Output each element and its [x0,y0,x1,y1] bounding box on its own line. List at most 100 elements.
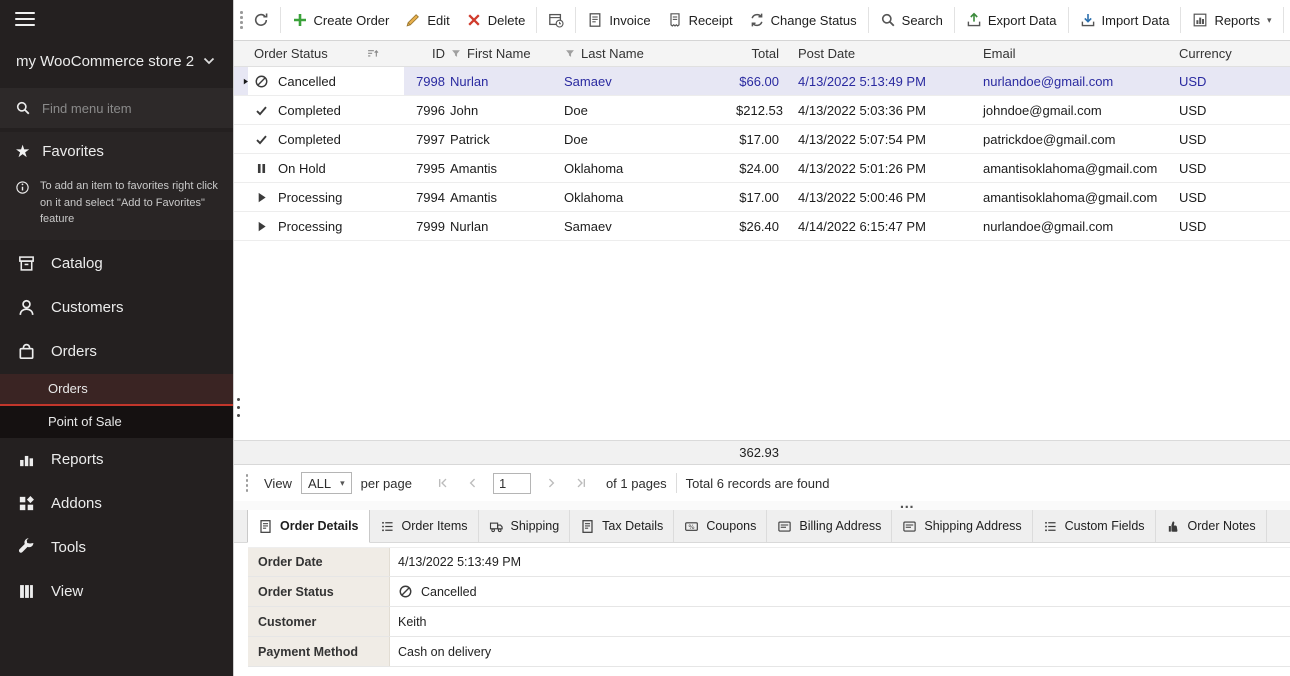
view-dropdown-button[interactable]: View▾ [1287,5,1290,35]
toolbar-separator [1283,7,1284,33]
sidebar-item-reports[interactable]: Reports [0,438,233,482]
column-header-email[interactable]: Email [979,46,1171,61]
table-row[interactable]: Completed 7997 Patrick Doe $17.00 4/13/2… [234,125,1290,154]
edit-button[interactable]: Edit [397,5,457,35]
change-status-button[interactable]: Change Status [741,5,865,35]
sidebar-subitem-point-of-sale[interactable]: Point of Sale [0,406,233,438]
next-page-button[interactable] [541,473,561,493]
coupons-icon [684,519,699,534]
grid-summary-row: 362.93 [234,440,1290,464]
post-date-cell: 4/13/2022 5:01:26 PM [794,161,979,176]
chevron-down-icon: ▾ [340,478,345,489]
table-row[interactable]: Processing 7999 Nurlan Samaev $26.40 4/1… [234,212,1290,241]
order-items-icon [380,519,395,534]
column-header-id[interactable]: ID [404,46,446,61]
next-page-icon [544,476,558,490]
hamburger-menu-button[interactable] [0,0,233,38]
shipping-address-icon [902,519,917,534]
chevron-down-icon: ▾ [1267,15,1272,26]
tab-shipping-address[interactable]: Shipping Address [892,510,1032,542]
menu-search-input[interactable] [42,101,218,116]
sidebar-item-addons[interactable]: Addons [0,482,233,526]
sidebar-subitem-orders[interactable]: Orders [0,374,233,406]
tab-coupons[interactable]: Coupons [674,510,767,542]
splitter-handle[interactable]: … [899,495,915,512]
delete-button[interactable]: Delete [458,5,534,35]
tab-order-items[interactable]: Order Items [370,510,479,542]
page-nav [433,473,591,494]
reports-dropdown-button[interactable]: Reports▾ [1184,5,1279,35]
completed-check-icon [254,103,269,118]
id-cell: 7997 [404,132,446,147]
favorites-section[interactable]: ★ Favorites [0,132,233,170]
post-date-cell: 4/14/2022 6:15:47 PM [794,219,979,234]
hamburger-icon [15,8,35,30]
first-name-cell: John [446,103,560,118]
calendar-clock-button[interactable] [540,5,572,35]
tab-custom-fields[interactable]: Custom Fields [1033,510,1156,542]
import-data-button[interactable]: Import Data [1072,5,1178,35]
sidebar-item-catalog[interactable]: Catalog [0,242,233,286]
sidebar-splitter[interactable] [235,393,241,421]
column-header-first-name[interactable]: First Name [446,46,560,61]
toolbar-drag-handle[interactable] [240,11,243,29]
toolbar: Create Order Edit Delete Invoice Receipt… [234,0,1290,41]
last-name-cell: Oklahoma [560,190,732,205]
invoice-document-icon [587,12,603,28]
email-cell: johndoe@gmail.com [979,103,1171,118]
total-cell: $17.00 [732,132,794,147]
previous-page-button[interactable] [463,473,483,493]
plus-icon [292,12,308,28]
column-header-order-status[interactable]: Order Status [248,46,404,61]
table-row[interactable]: Completed 7996 John Doe $212.53 4/13/202… [234,96,1290,125]
total-cell: $17.00 [732,190,794,205]
export-data-button[interactable]: Export Data [958,5,1065,35]
first-page-button[interactable] [433,473,453,493]
table-row[interactable]: Processing 7994 Amantis Oklahoma $17.00 … [234,183,1290,212]
id-cell: 7999 [404,219,446,234]
invoice-button[interactable]: Invoice [579,5,658,35]
search-button[interactable]: Search [872,5,951,35]
delete-x-icon [466,12,482,28]
toolbar-separator [1068,7,1069,33]
receipt-button[interactable]: Receipt [659,5,741,35]
column-header-currency[interactable]: Currency [1171,46,1290,61]
total-cell: $212.53 [732,103,794,118]
star-icon: ★ [15,143,30,160]
sidebar-item-view[interactable]: View [0,570,233,614]
post-date-cell: 4/13/2022 5:00:46 PM [794,190,979,205]
create-order-button[interactable]: Create Order [284,5,398,35]
tab-shipping[interactable]: Shipping [479,510,571,542]
first-name-cell: Nurlan [446,219,560,234]
post-date-cell: 4/13/2022 5:07:54 PM [794,132,979,147]
catalog-icon [17,254,36,273]
tab-tax-details[interactable]: Tax Details [570,510,674,542]
first-page-icon [436,476,450,490]
sidebar-item-tools[interactable]: Tools [0,526,233,570]
total-cell: $24.00 [732,161,794,176]
tab-order-notes[interactable]: Order Notes [1156,510,1267,542]
refresh-button[interactable] [245,5,277,35]
column-header-total[interactable]: Total [732,46,794,61]
tab-billing-address[interactable]: Billing Address [767,510,892,542]
pager-drag-handle[interactable] [241,474,253,492]
id-cell: 7994 [404,190,446,205]
order-status-cell: Processing [248,219,404,234]
currency-cell: USD [1171,74,1290,89]
sidebar-item-customers[interactable]: Customers [0,286,233,330]
page-number-input[interactable] [493,473,531,494]
column-header-last-name[interactable]: Last Name [560,46,732,61]
previous-page-icon [466,476,480,490]
table-row[interactable]: Cancelled 7998 Nurlan Samaev $66.00 4/13… [234,67,1290,96]
table-row[interactable]: On Hold 7995 Amantis Oklahoma $24.00 4/1… [234,154,1290,183]
sidebar-item-orders[interactable]: Orders [0,330,233,374]
column-header-post-date[interactable]: Post Date [794,46,979,61]
grid-empty-area [234,241,1290,440]
email-cell: patrickdoe@gmail.com [979,132,1171,147]
tab-order-details[interactable]: Order Details [247,510,370,543]
row-indicator [234,77,248,86]
menu-search [0,88,233,128]
last-page-button[interactable] [571,473,591,493]
page-size-select[interactable]: ALL ▾ [301,472,352,494]
store-selector[interactable]: my WooCommerce store 2 [0,38,233,84]
